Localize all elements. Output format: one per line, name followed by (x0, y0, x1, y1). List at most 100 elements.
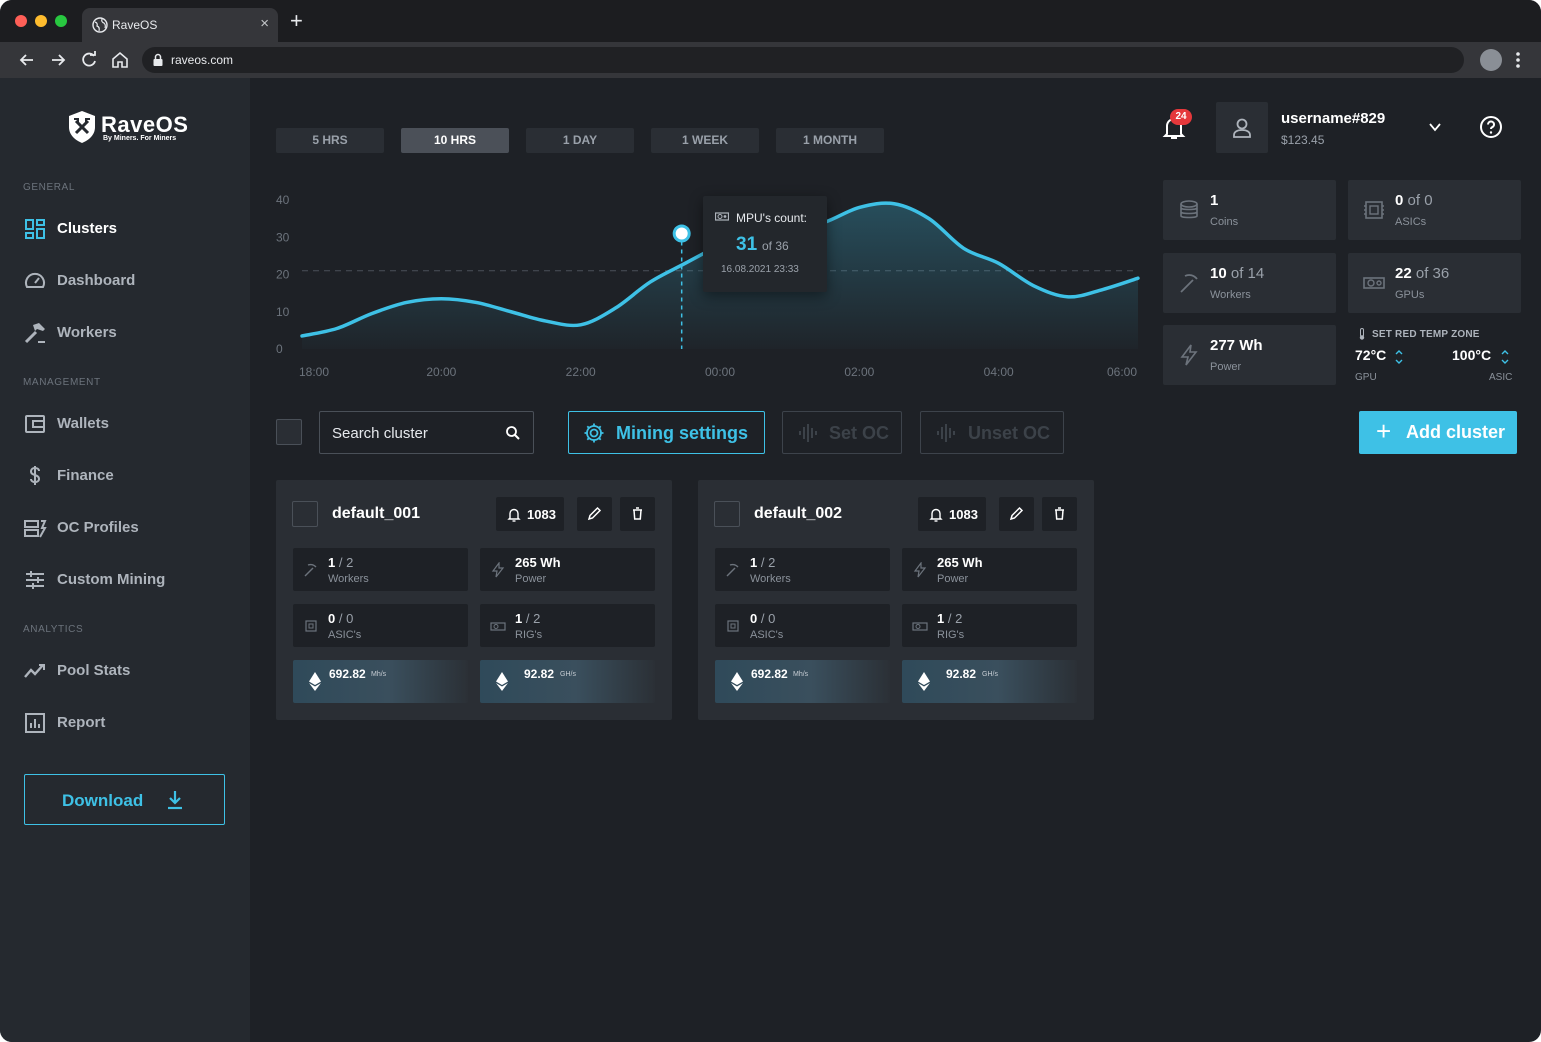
sidebar-item-pool-stats[interactable]: Pool Stats (23, 656, 233, 686)
cluster-alerts-button[interactable]: 1083 (496, 497, 564, 531)
y-tick-label: 0 (276, 342, 283, 356)
gpu-temp-value[interactable]: 72°C (1355, 347, 1386, 363)
cluster-checkbox[interactable] (714, 501, 740, 527)
home-icon[interactable] (110, 50, 130, 70)
hashrate-value: 692.82 (751, 667, 788, 681)
pencil-icon (1009, 506, 1024, 521)
cluster-name[interactable]: default_002 (754, 505, 842, 523)
stat-label: ASICs (1395, 216, 1427, 228)
browser-menu-icon[interactable] (1512, 50, 1524, 70)
set-oc-button[interactable]: Set OC (782, 411, 902, 454)
stat-card-workers: 10 of 14 Workers (1163, 253, 1336, 313)
range-tab-5-hrs[interactable]: 5 HRS (276, 128, 384, 153)
unset-oc-button[interactable]: Unset OC (920, 411, 1064, 454)
stat-value-of: of 14 (1226, 265, 1265, 282)
download-button[interactable]: Download (24, 774, 225, 825)
hashrate-unit: GH/s (982, 671, 998, 678)
user-balance: $123.45 (1281, 133, 1325, 147)
red-temp-zone: SET RED TEMP ZONE 72°C GPU 100°C ASIC (1348, 325, 1521, 385)
cluster-card: default_001 1083 1 / 2 Workers 265 Wh Po… (276, 480, 672, 720)
browser-tab-close-icon[interactable]: × (260, 15, 269, 32)
gear-icon (584, 423, 604, 443)
tooltip-title: MPU's count: (736, 211, 807, 225)
browser-profile-avatar[interactable] (1480, 49, 1502, 71)
maximize-window-dot[interactable] (55, 15, 67, 27)
help-icon[interactable] (1479, 115, 1503, 139)
sidebar-item-clusters[interactable]: Clusters (23, 214, 233, 244)
cluster-rigs-tile: 1 / 2 RIG's (480, 604, 655, 647)
cluster-name[interactable]: default_001 (332, 505, 420, 523)
new-tab-icon[interactable]: + (290, 10, 303, 32)
x-tick-label: 06:00 (1107, 365, 1137, 379)
waveform-icon (937, 424, 955, 442)
cluster-hashrate-tile: 92.82 GH/s (480, 660, 655, 703)
pickaxe-icon (1180, 274, 1198, 293)
sidebar-item-label: Pool Stats (57, 662, 131, 679)
alerts-count: 1083 (527, 507, 556, 522)
search-cluster-box (319, 411, 534, 454)
close-window-dot[interactable] (15, 15, 27, 27)
chip-icon (305, 620, 317, 632)
address-bar[interactable]: raveos.com (142, 47, 1464, 73)
unset-oc-label: Unset OC (968, 423, 1051, 443)
browser-tab-title: RaveOS (112, 18, 158, 32)
ethereum-icon (309, 672, 321, 691)
sidebar-item-custom-mining[interactable]: Custom Mining (23, 565, 233, 595)
sidebar-item-wallets[interactable]: Wallets (23, 409, 233, 439)
chart-tooltip: MPU's count: 31 of 36 16.08.2021 23:33 (703, 196, 827, 292)
delete-cluster-button[interactable] (1042, 497, 1077, 531)
add-cluster-button[interactable]: + Add cluster (1359, 411, 1517, 454)
reload-icon[interactable] (79, 50, 99, 70)
tile-label: RIG's (937, 629, 965, 641)
sidebar-item-report[interactable]: Report (23, 708, 233, 738)
sliders-icon (26, 571, 44, 589)
download-icon (168, 791, 182, 810)
sidebar-item-oc-profiles[interactable]: OC Profiles (23, 513, 233, 543)
cluster-alerts-button[interactable]: 1083 (918, 497, 986, 531)
lightning-icon (913, 562, 927, 578)
sidebar-item-label: Dashboard (57, 272, 136, 289)
edit-cluster-button[interactable] (999, 497, 1034, 531)
cluster-asics-tile: 0 / 0 ASIC's (715, 604, 890, 647)
stat-value: 22 of 36 (1395, 265, 1449, 282)
sidebar-item-finance[interactable]: Finance (23, 461, 233, 491)
cluster-power-tile: 265 Wh Power (902, 548, 1077, 591)
delete-cluster-button[interactable] (620, 497, 655, 531)
hammer-icon (24, 323, 45, 344)
gpu-temp-label: GPU (1355, 372, 1377, 383)
sidebar-item-label: Workers (57, 324, 117, 341)
stat-value: 277 Wh (1210, 337, 1263, 354)
trash-icon (1055, 507, 1064, 520)
sidebar-item-label: OC Profiles (57, 519, 139, 536)
forward-arrow-icon[interactable] (48, 50, 68, 70)
asic-temp-value[interactable]: 100°C (1452, 347, 1491, 363)
tile-value-of: / 0 (335, 611, 354, 626)
avatar[interactable] (1216, 102, 1268, 153)
gpu-temp-stepper-icon[interactable] (1394, 347, 1404, 367)
back-arrow-icon[interactable] (17, 50, 37, 70)
chevron-down-icon[interactable] (1428, 120, 1442, 134)
minimize-window-dot[interactable] (35, 15, 47, 27)
browser-tab[interactable]: RaveOS × (82, 8, 278, 42)
stat-value-main: 10 (1210, 265, 1227, 282)
search-icon[interactable] (505, 425, 521, 441)
range-tab-10-hrs[interactable]: 10 HRS (401, 128, 509, 153)
sidebar: RaveOS By Miners. For Miners GENERAL Clu… (0, 78, 250, 1042)
search-input[interactable] (332, 422, 502, 444)
ethereum-icon (496, 672, 508, 691)
range-tab-1-day[interactable]: 1 DAY (526, 128, 634, 153)
select-all-checkbox[interactable] (276, 419, 302, 445)
sidebar-item-workers[interactable]: Workers (23, 318, 233, 348)
stat-value: 1 (1210, 192, 1219, 209)
range-tab-1-week[interactable]: 1 WEEK (651, 128, 759, 153)
cluster-checkbox[interactable] (292, 501, 318, 527)
raveos-logo[interactable]: RaveOS By Miners. For Miners (67, 110, 188, 148)
cluster-hashrate-tile: 692.82 Mh/s (293, 660, 468, 703)
sidebar-item-dashboard[interactable]: Dashboard (23, 266, 233, 296)
range-tab-1-month[interactable]: 1 MONTH (776, 128, 884, 153)
dollar-icon (29, 466, 41, 485)
username[interactable]: username#829 (1281, 110, 1385, 127)
edit-cluster-button[interactable] (577, 497, 612, 531)
mining-settings-button[interactable]: Mining settings (568, 411, 765, 454)
asic-temp-stepper-icon[interactable] (1500, 347, 1510, 367)
